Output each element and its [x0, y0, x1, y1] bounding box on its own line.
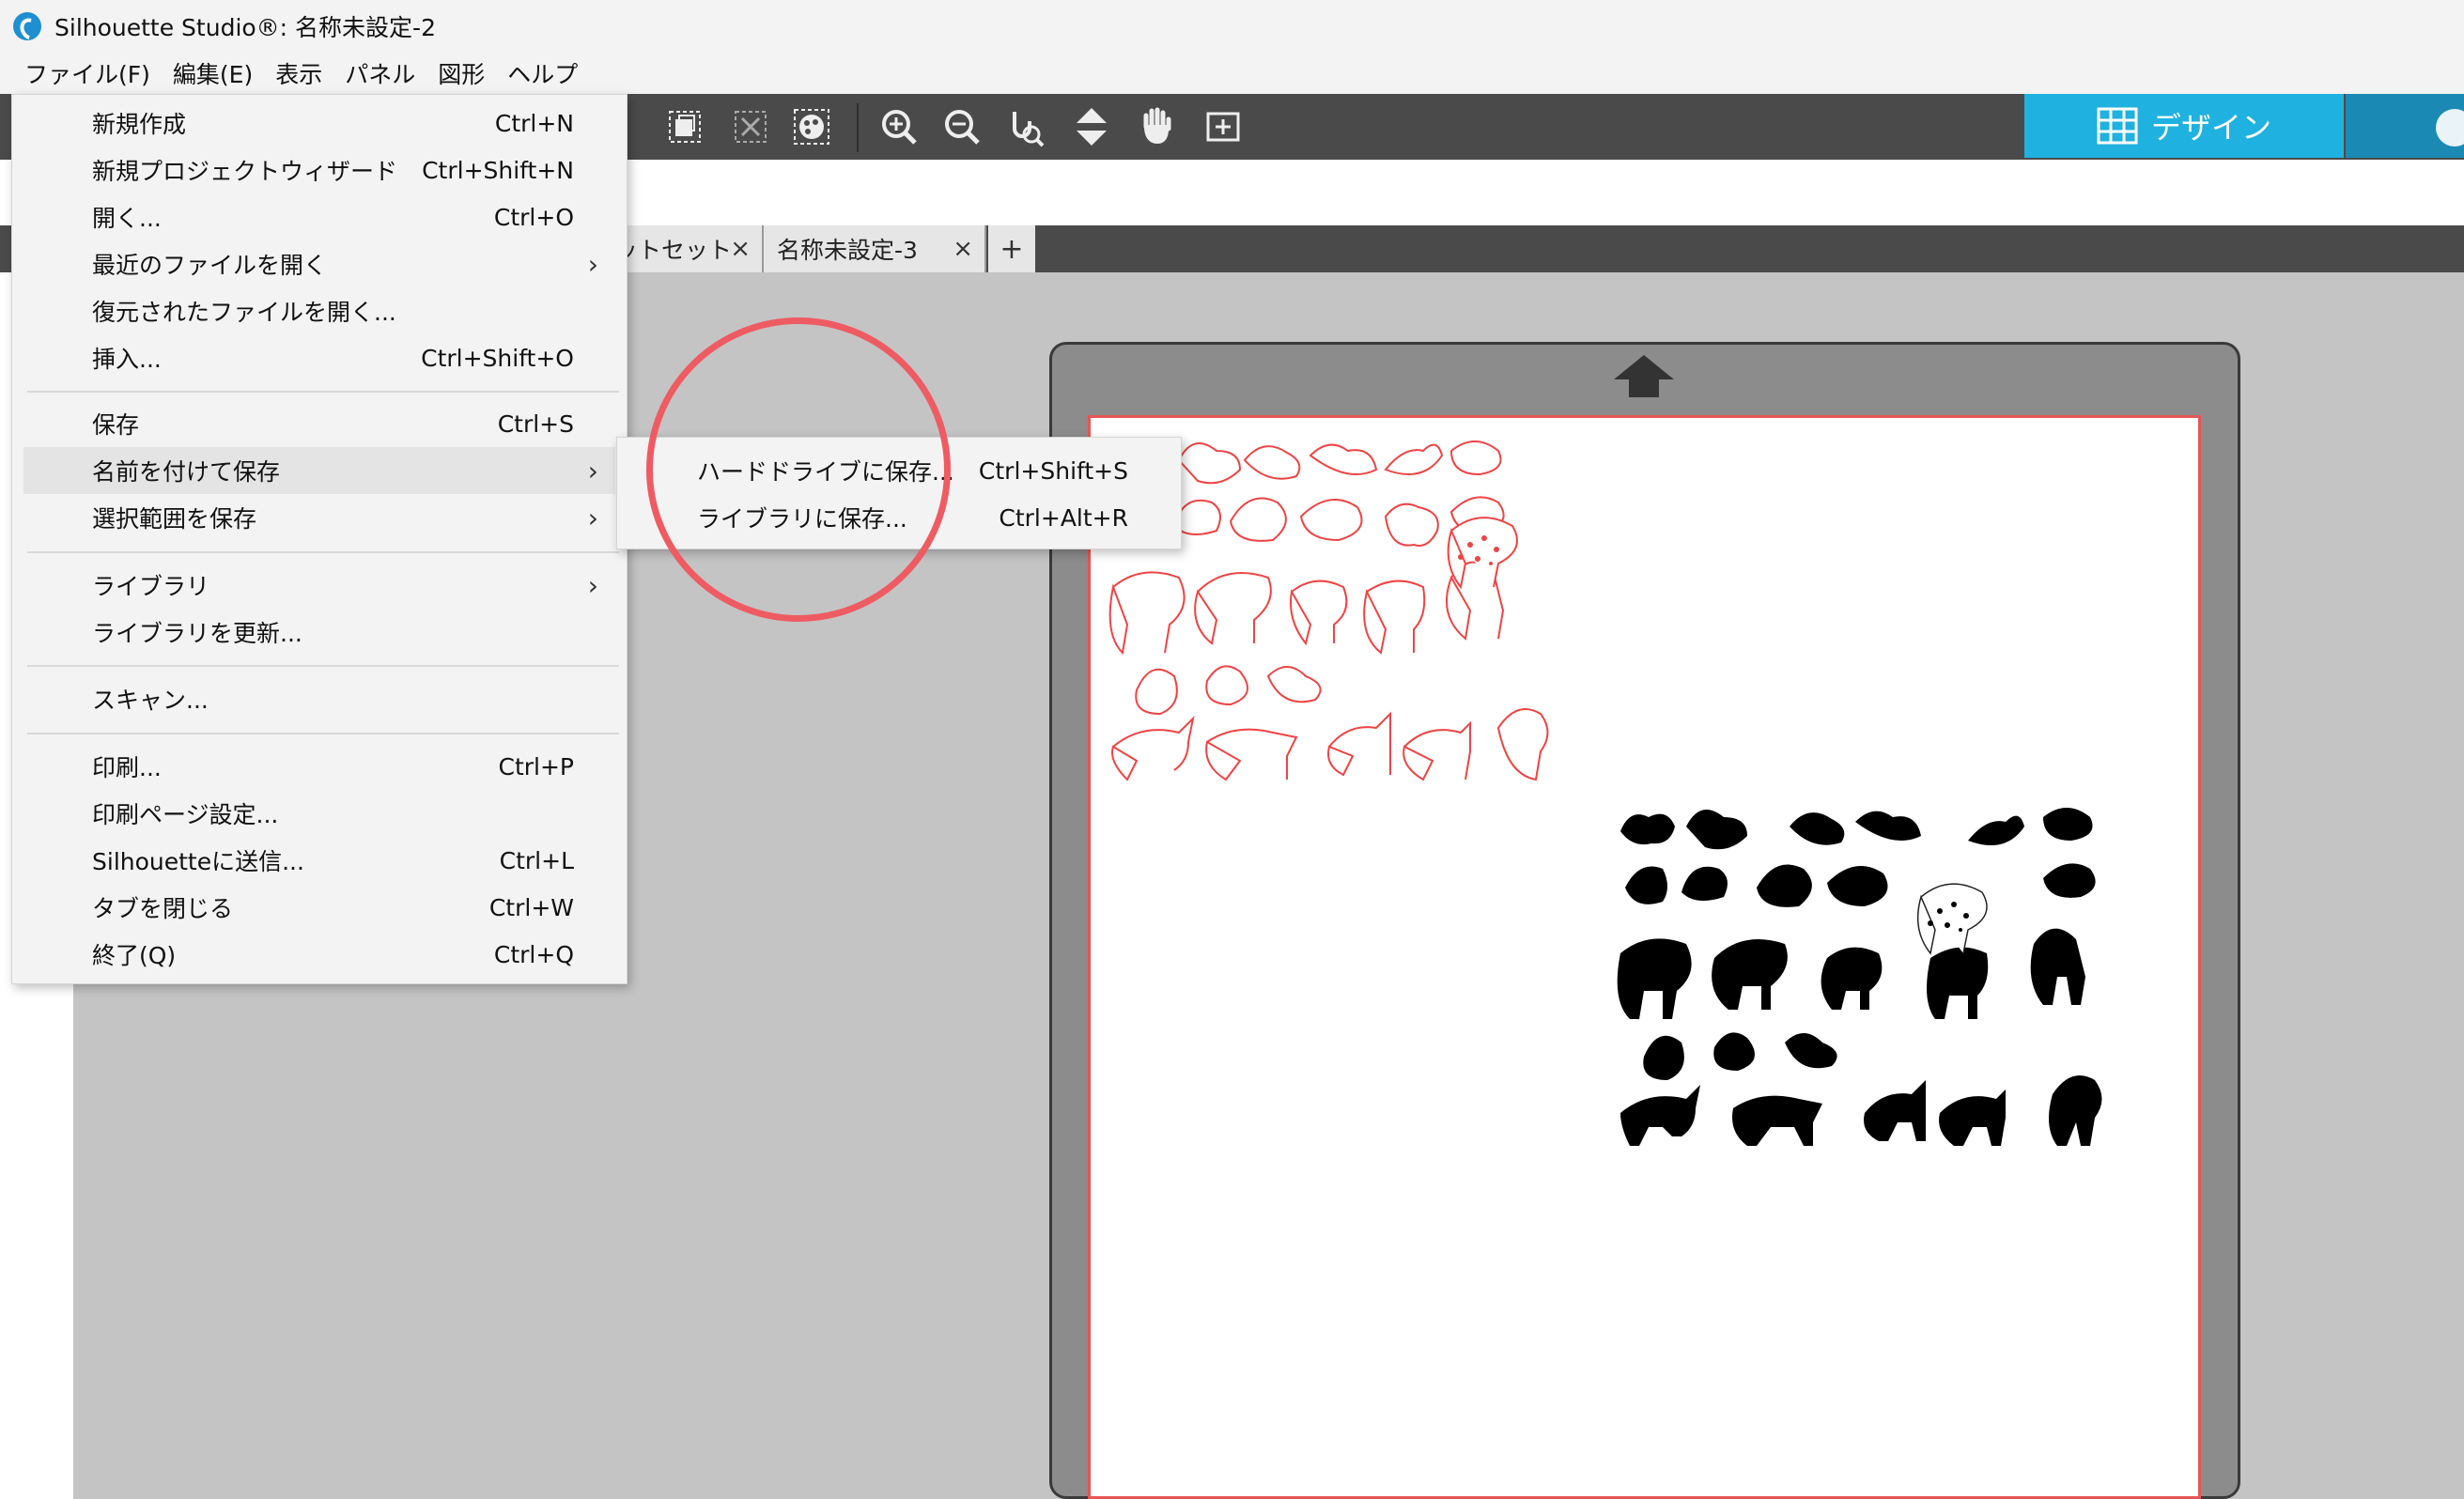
menu-item-label: Silhouetteに送信...: [92, 848, 304, 875]
menu-file[interactable]: ファイル(F): [21, 53, 163, 94]
menu-item-label: 新規作成: [92, 111, 187, 138]
zoom-in-icon[interactable]: [876, 105, 922, 148]
menu-separator: [27, 391, 619, 393]
menu-separator: [27, 551, 619, 553]
menu-item-open-recovered[interactable]: 復元されたファイルを開く...: [12, 287, 627, 334]
window-title: Silhouette Studio®: 名称未設定-2: [54, 13, 436, 41]
chevron-right-icon: ›: [587, 248, 598, 280]
menu-item-open[interactable]: 開く... Ctrl+O: [12, 193, 627, 240]
menu-item-print[interactable]: 印刷... Ctrl+P: [12, 743, 627, 790]
menu-item-close-tab[interactable]: タブを閉じる Ctrl+W: [12, 884, 627, 931]
file-menu-dropdown: 新規作成 Ctrl+N 新規プロジェクトウィザード Ctrl+Shift+N 開…: [11, 94, 628, 984]
menu-item-shortcut: Ctrl+O: [493, 203, 574, 231]
menu-item-new[interactable]: 新規作成 Ctrl+N: [12, 100, 627, 147]
menu-item-label: 終了(Q): [92, 942, 177, 969]
menu-item-shortcut: Ctrl+P: [498, 752, 574, 780]
menu-separator: [27, 665, 619, 667]
feed-direction-arrow-stem: [1629, 379, 1659, 397]
menu-item-label: 復元されたファイルを開く...: [92, 299, 396, 326]
menu-item-shortcut: Ctrl+L: [499, 846, 574, 874]
doc-tab-label: 名称未設定-3: [777, 237, 918, 264]
menu-help[interactable]: ヘルプ: [504, 53, 591, 94]
zoom-out-icon[interactable]: [939, 105, 984, 148]
menu-item-label: スキャン...: [92, 687, 209, 714]
menu-item-label: ライブラリを更新...: [92, 620, 302, 647]
fit-page-icon[interactable]: [1201, 105, 1246, 148]
menu-item-open-recent[interactable]: 最近のファイルを開く ›: [12, 240, 627, 287]
ungroup-icon[interactable]: [728, 105, 773, 148]
close-tab-icon[interactable]: ×: [730, 235, 751, 263]
menu-item-new-project-wizard[interactable]: 新規プロジェクトウィザード Ctrl+Shift+N: [12, 147, 627, 193]
menu-bar: ファイル(F) 編集(E) 表示 パネル 図形 ヘルプ: [0, 52, 2464, 94]
menu-item-shortcut: Ctrl+N: [494, 109, 574, 137]
menu-item-label: 選択範囲を保存: [92, 505, 257, 533]
color-fill-icon[interactable]: [789, 105, 834, 148]
menu-item-label: 挿入...: [92, 346, 162, 373]
menu-item-update-library[interactable]: ライブラリを更新...: [12, 609, 627, 656]
menu-item-label: 最近のファイルを開く: [92, 252, 328, 279]
close-tab-icon[interactable]: ×: [953, 235, 973, 263]
menu-item-shortcut: Ctrl+Shift+N: [422, 156, 574, 184]
menu-separator: [27, 733, 619, 734]
design-tab[interactable]: デザイン: [2024, 94, 2344, 158]
menu-item-exit[interactable]: 終了(Q) Ctrl+Q: [12, 931, 627, 978]
dalmatian-spotted-icon: [1916, 883, 1988, 955]
menu-item-label: 開く...: [92, 205, 162, 232]
menu-item-label: 保存: [92, 411, 140, 439]
title-bar: Silhouette Studio®: 名称未設定-2: [0, 0, 2464, 52]
hand-pan-icon[interactable]: [1135, 105, 1180, 148]
menu-item-scan[interactable]: スキャン...: [12, 675, 627, 722]
chevron-right-icon: ›: [587, 455, 598, 487]
menu-panel[interactable]: パネル: [341, 53, 428, 94]
dog-silhouettes-black[interactable]: [1611, 794, 2118, 1155]
submenu-item-shortcut: Ctrl+Shift+S: [978, 456, 1128, 485]
doc-tab[interactable]: 名称未設定-3 ×: [764, 225, 986, 272]
menu-item-label: 新規プロジェクトウィザード: [92, 158, 398, 185]
zoom-select-icon[interactable]: [1003, 105, 1048, 148]
chevron-right-icon: ›: [587, 502, 598, 533]
annotation-circle: [646, 317, 951, 622]
menu-item-insert[interactable]: 挿入... Ctrl+Shift+O: [12, 334, 627, 381]
menu-item-page-setup[interactable]: 印刷ページ設定...: [12, 790, 627, 837]
feed-direction-arrow-icon: [1614, 355, 1674, 379]
menu-item-shortcut: Ctrl+Q: [493, 940, 574, 968]
menu-item-shortcut: Ctrl+Shift+O: [421, 344, 574, 372]
menu-item-label: 印刷...: [92, 754, 162, 781]
menu-item-label: ライブラリ: [92, 573, 210, 600]
menu-item-library[interactable]: ライブラリ ›: [12, 562, 627, 609]
menu-item-label: 名前を付けて保存: [92, 458, 281, 486]
menu-item-shortcut: Ctrl+W: [488, 893, 574, 921]
menu-item-save-as[interactable]: 名前を付けて保存 ›: [23, 447, 615, 494]
submenu-item-shortcut: Ctrl+Alt+R: [999, 503, 1128, 532]
grid-icon: [2097, 107, 2138, 145]
menu-shape[interactable]: 図形: [434, 53, 498, 94]
menu-item-save[interactable]: 保存 Ctrl+S: [12, 400, 627, 447]
workspace-left-margin: [0, 986, 73, 1499]
menu-edit[interactable]: 編集(E): [169, 53, 266, 94]
group-icon[interactable]: [662, 105, 707, 148]
design-tab-label: デザイン: [2150, 110, 2271, 146]
menu-item-label: タブを閉じる: [92, 895, 234, 922]
silhouette-logo-icon: [13, 11, 41, 40]
menu-item-save-selection[interactable]: 選択範囲を保存 ›: [12, 494, 627, 541]
menu-view[interactable]: 表示: [271, 53, 335, 94]
dalmatian-spotted-icon: [1447, 517, 1518, 590]
pan-down-icon[interactable]: [1069, 105, 1114, 148]
silhouette-store-icon: [2436, 109, 2464, 147]
menu-item-shortcut: Ctrl+S: [497, 410, 574, 438]
menu-item-label: 印刷ページ設定...: [92, 801, 279, 828]
menu-item-send-to-silhouette[interactable]: Silhouetteに送信... Ctrl+L: [12, 837, 627, 884]
add-tab-button[interactable]: +: [988, 225, 1035, 272]
chevron-right-icon: ›: [587, 569, 598, 601]
store-tab[interactable]: [2346, 94, 2464, 158]
